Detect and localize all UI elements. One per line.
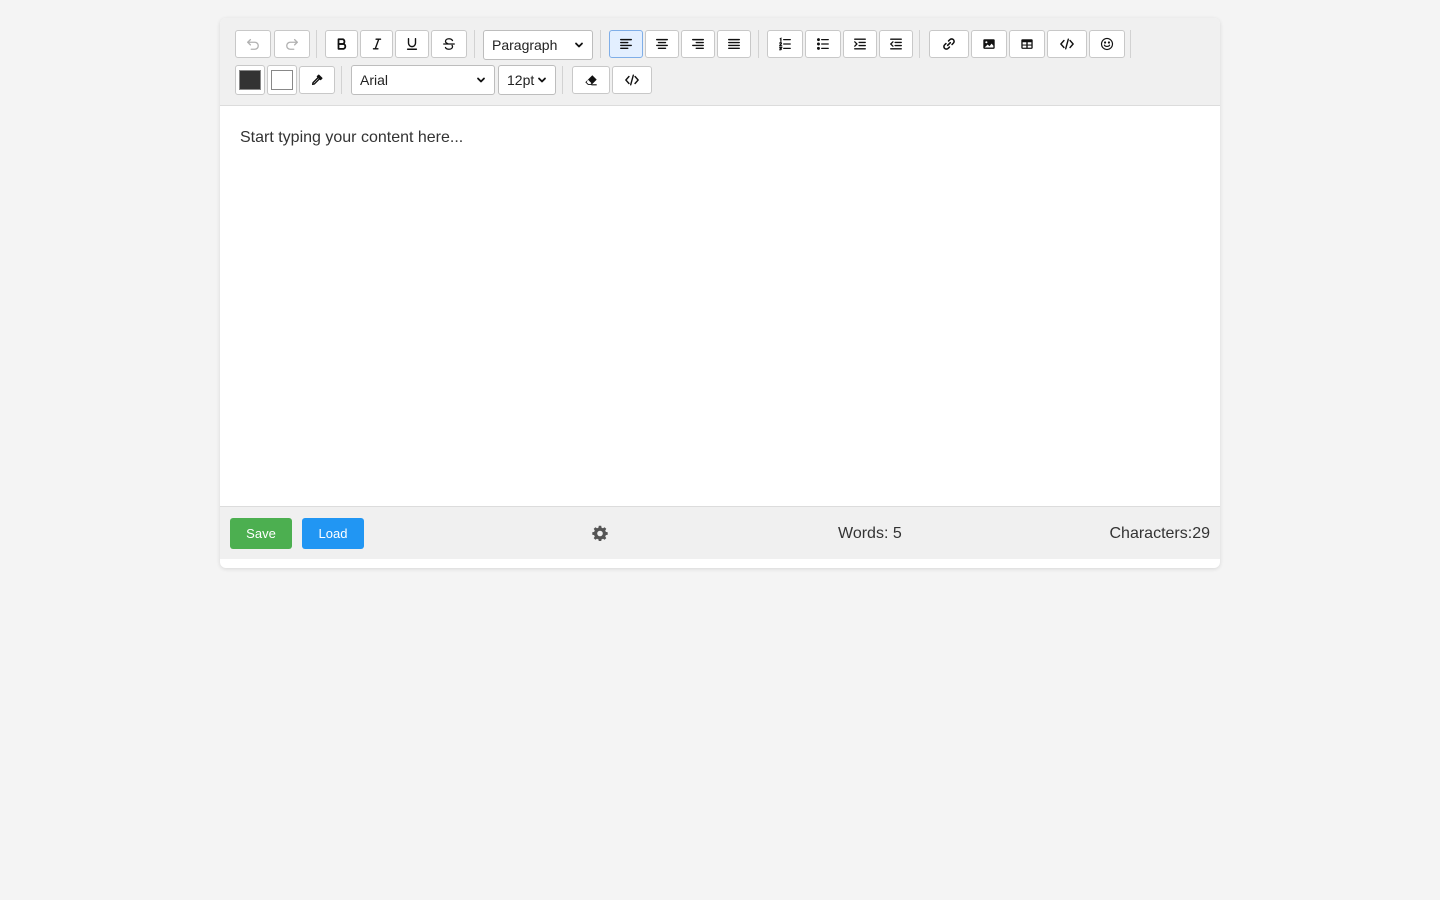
rich-text-editor: Paragraph Arial 12pt Start typing your c…	[220, 18, 1220, 568]
image-icon	[982, 37, 996, 51]
save-button[interactable]: Save	[230, 518, 292, 549]
insert-table-button[interactable]	[1009, 30, 1045, 58]
align-justify-button[interactable]	[717, 30, 751, 58]
table-icon	[1020, 37, 1034, 51]
ordered-list-icon	[778, 37, 792, 51]
font-family-select[interactable]: Arial	[351, 65, 495, 95]
editor-content-area[interactable]: Start typing your content here...	[220, 106, 1220, 506]
source-code-button[interactable]	[612, 66, 652, 94]
toolbar-separator	[600, 30, 601, 58]
character-count: Characters:29	[1109, 525, 1211, 542]
italic-button[interactable]	[360, 30, 393, 58]
indent-button[interactable]	[843, 30, 877, 58]
font-size-value: 12pt	[507, 72, 535, 88]
align-center-icon	[655, 37, 669, 51]
link-icon	[942, 37, 956, 51]
underline-button[interactable]	[395, 30, 429, 58]
eraser-icon	[584, 73, 598, 87]
editor-placeholder-text: Start typing your content here...	[240, 129, 464, 146]
code-icon	[625, 73, 639, 87]
outdent-button[interactable]	[879, 30, 913, 58]
strikethrough-icon	[442, 37, 456, 51]
unordered-list-icon	[816, 37, 830, 51]
toolbar-separator	[758, 30, 759, 58]
text-color-swatch	[239, 70, 261, 90]
underline-icon	[405, 37, 419, 51]
insert-code-button[interactable]	[1047, 30, 1087, 58]
outdent-icon	[889, 37, 903, 51]
text-color-picker[interactable]	[235, 65, 265, 95]
align-right-button[interactable]	[681, 30, 715, 58]
background-color-picker[interactable]	[267, 65, 297, 95]
bold-icon	[335, 37, 349, 51]
redo-icon	[285, 37, 299, 51]
align-right-icon	[691, 37, 705, 51]
unordered-list-button[interactable]	[805, 30, 841, 58]
code-icon	[1060, 37, 1074, 51]
toolbar-separator	[474, 30, 475, 58]
indent-icon	[853, 37, 867, 51]
background-color-swatch	[271, 70, 293, 90]
toolbar-separator	[562, 66, 563, 94]
insert-image-button[interactable]	[971, 30, 1007, 58]
redo-button[interactable]	[274, 30, 310, 58]
toolbar-separator	[919, 30, 920, 58]
font-family-value: Arial	[360, 72, 389, 88]
chevron-down-icon	[574, 37, 584, 53]
insert-emoji-button[interactable]	[1089, 30, 1125, 58]
toolbar-separator	[1130, 30, 1131, 58]
align-center-button[interactable]	[645, 30, 679, 58]
editor-footer: Save Load Words: 5 Characters:29	[220, 506, 1220, 559]
emoji-icon	[1100, 37, 1114, 51]
align-left-icon	[619, 37, 633, 51]
undo-button[interactable]	[235, 30, 271, 58]
toolbar-separator	[316, 30, 317, 58]
ordered-list-button[interactable]	[767, 30, 803, 58]
eyedropper-icon	[310, 73, 324, 87]
insert-link-button[interactable]	[929, 30, 969, 58]
bold-button[interactable]	[325, 30, 358, 58]
load-button[interactable]: Load	[302, 518, 364, 549]
eyedropper-button[interactable]	[299, 66, 335, 94]
strikethrough-button[interactable]	[431, 30, 467, 58]
align-justify-icon	[727, 37, 741, 51]
block-format-value: Paragraph	[492, 37, 558, 53]
italic-icon	[370, 37, 384, 51]
chevron-down-icon	[537, 72, 547, 88]
gear-icon[interactable]	[592, 525, 608, 542]
font-size-select[interactable]: 12pt	[498, 65, 556, 95]
clear-format-button[interactable]	[572, 66, 610, 94]
editor-toolbar: Paragraph Arial 12pt	[220, 18, 1220, 106]
chevron-down-icon	[476, 72, 486, 88]
block-format-select[interactable]: Paragraph	[483, 30, 593, 60]
undo-icon	[246, 37, 260, 51]
align-left-button[interactable]	[609, 30, 643, 58]
word-count: Words: 5	[838, 525, 902, 542]
toolbar-separator	[341, 66, 342, 94]
